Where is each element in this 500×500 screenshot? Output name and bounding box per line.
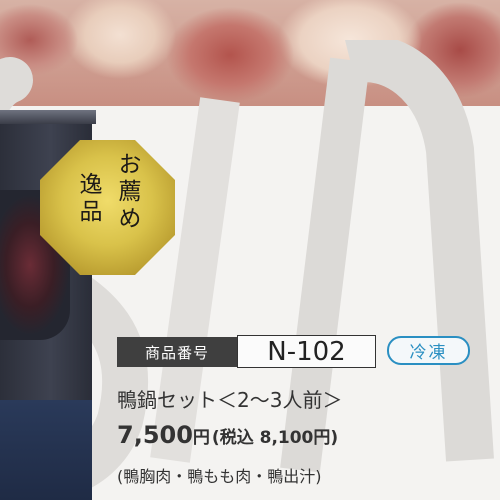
product-contents: (鴨胸肉・鴨もも肉・鴨出汁)	[117, 467, 322, 486]
pot-rim	[0, 110, 96, 124]
price-yen: 円	[192, 428, 210, 448]
price-row: 7,500円 (税込 8,100円)	[117, 421, 338, 449]
meat-photo	[0, 0, 500, 106]
product-code-value: N-102	[237, 335, 376, 368]
product-name: 鴨鍋セット＜2〜3人前＞	[117, 388, 343, 412]
product-code-label: 商品番号	[117, 337, 237, 367]
pot-base	[0, 400, 92, 500]
price-tax-included: (税込 8,100円)	[211, 428, 339, 448]
recommend-badge	[40, 140, 175, 275]
price-value: 7,500	[117, 421, 193, 449]
badge-text-item: 逸品	[75, 172, 101, 226]
frozen-tag: 冷凍	[387, 336, 470, 365]
badge-text-recommend: お薦め	[114, 152, 140, 233]
